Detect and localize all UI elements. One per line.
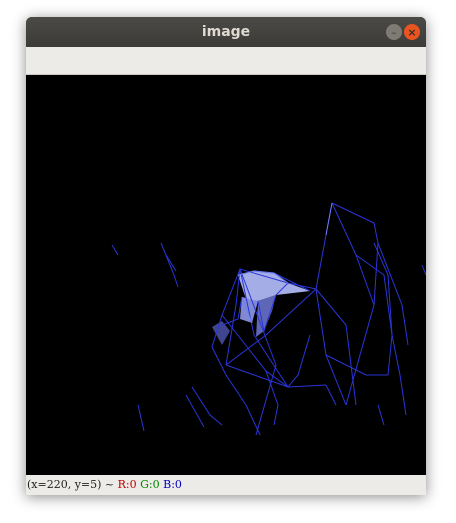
image-canvas[interactable] bbox=[26, 75, 426, 475]
title-bar[interactable]: image – × bbox=[26, 17, 426, 47]
green-value: G:0 bbox=[140, 478, 160, 491]
wireframe-render bbox=[26, 75, 426, 475]
window-title: image bbox=[201, 24, 251, 40]
toolbar bbox=[26, 47, 426, 75]
close-icon[interactable]: × bbox=[404, 24, 420, 40]
cursor-coords: (x=220, y=5) ~ bbox=[27, 478, 115, 491]
image-window: image – × (x=220, y=5) ~ R:0 G:0 B:0 bbox=[26, 17, 426, 495]
minimize-icon[interactable]: – bbox=[386, 24, 402, 40]
red-value: R:0 bbox=[117, 478, 137, 491]
status-bar: (x=220, y=5) ~ R:0 G:0 B:0 bbox=[26, 475, 426, 495]
blue-value: B:0 bbox=[163, 478, 182, 491]
